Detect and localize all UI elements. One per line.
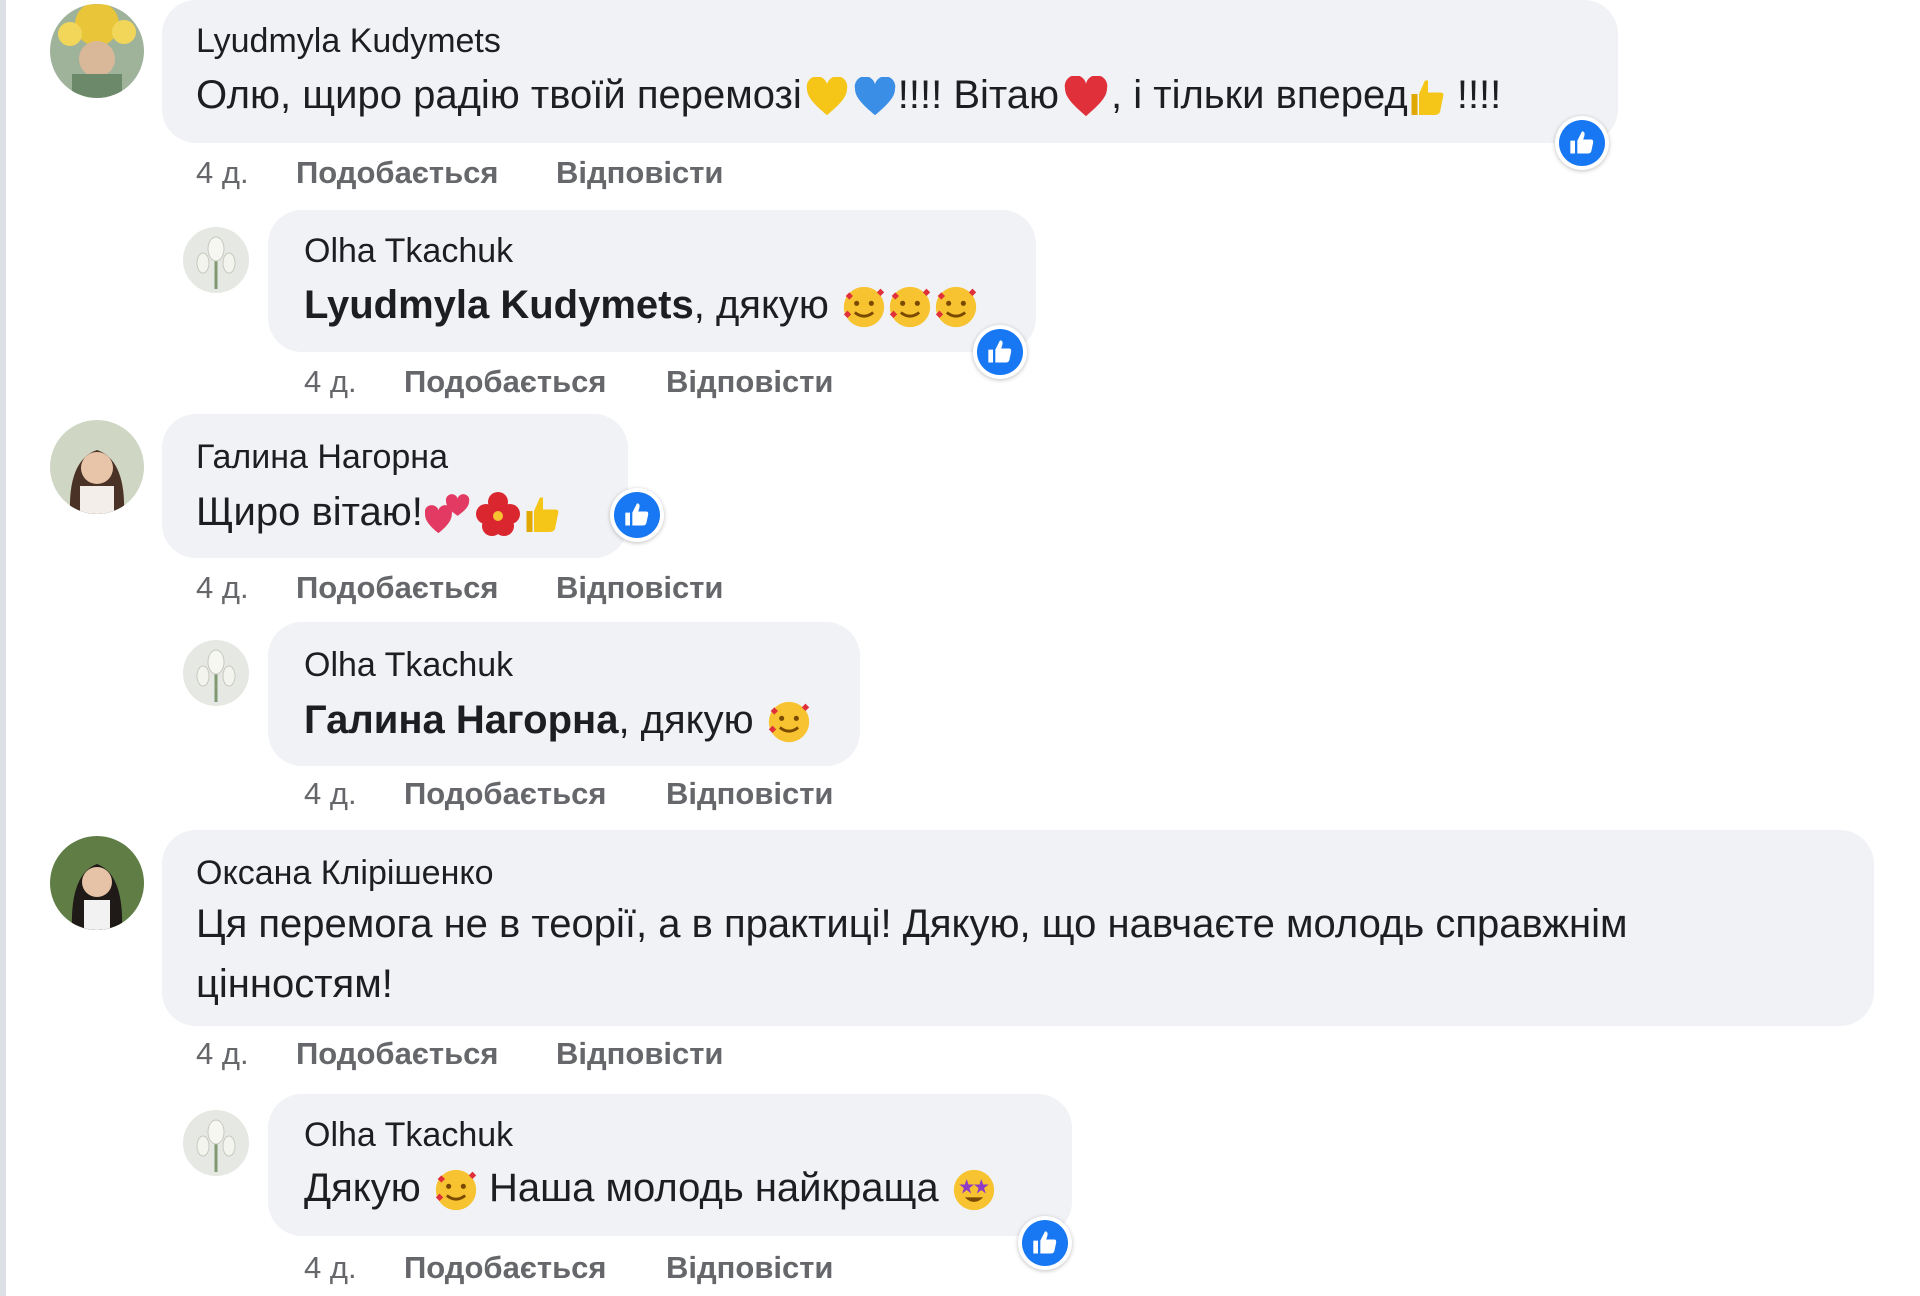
- reply-button[interactable]: Відповісти: [666, 364, 834, 400]
- like-button[interactable]: Подобається: [404, 364, 607, 400]
- comment-author[interactable]: Olha Tkachuk: [304, 232, 513, 271]
- comment-actions: 4 д. Подобається Відповісти: [304, 1250, 904, 1290]
- comment-author[interactable]: Галина Нагорна: [196, 438, 448, 477]
- comment-time[interactable]: 4 д.: [196, 155, 249, 191]
- reply-button[interactable]: Відповісти: [666, 1250, 834, 1286]
- comment-text: Щиро вітаю!: [196, 482, 561, 542]
- like-button[interactable]: Подобається: [404, 1250, 607, 1286]
- like-button[interactable]: Подобається: [404, 776, 607, 812]
- comment-author[interactable]: Оксана Клірішенко: [196, 854, 494, 893]
- comment-author[interactable]: Lyudmyla Kudymets: [196, 22, 501, 61]
- like-button[interactable]: Подобається: [296, 1036, 499, 1072]
- reply-button[interactable]: Відповісти: [556, 1036, 724, 1072]
- mention-link[interactable]: Lyudmyla Kudymets: [304, 283, 694, 327]
- blue-heart-icon: [854, 77, 896, 116]
- comment-text: Ця перемога не в теорії, а в практиці! Д…: [196, 902, 1628, 946]
- reply-button[interactable]: Відповісти: [666, 776, 834, 812]
- reply-button[interactable]: Відповісти: [556, 570, 724, 606]
- comment-text: Lyudmyla Kudymets, дякую: [304, 275, 978, 335]
- left-edge-divider: [0, 0, 6, 1296]
- avatar[interactable]: [183, 640, 249, 706]
- thumbs-up-icon: [1570, 131, 1594, 154]
- mention-link[interactable]: Галина Нагорна: [304, 698, 618, 742]
- red-heart-icon: [1064, 76, 1108, 117]
- like-button[interactable]: Подобається: [296, 570, 499, 606]
- thumbs-up-icon: [988, 340, 1012, 363]
- comment-text: Дякую Наша молодь найкраща: [304, 1158, 996, 1218]
- comment-text: Галина Нагорна, дякую: [304, 690, 811, 750]
- two-hearts-icon: [424, 494, 470, 534]
- comment-time[interactable]: 4 д.: [196, 1036, 249, 1072]
- comment-text: Олю, щиро радію твоїй перемозі!!!! Вітаю…: [196, 73, 1502, 117]
- comment-author[interactable]: Olha Tkachuk: [304, 1116, 513, 1155]
- like-reaction-badge[interactable]: [973, 325, 1027, 379]
- smiling-face-with-hearts-icon: [435, 1170, 476, 1211]
- avatar[interactable]: [50, 836, 144, 930]
- like-reaction-badge[interactable]: [1555, 116, 1609, 170]
- comment-actions: 4 д. Подобається Відповісти: [304, 776, 904, 816]
- reply-button[interactable]: Відповісти: [556, 155, 724, 191]
- yellow-heart-icon: [806, 77, 848, 116]
- thumbs-up-icon: [1411, 80, 1444, 116]
- avatar[interactable]: [183, 1110, 249, 1176]
- smiling-face-with-hearts-icon: [843, 287, 885, 328]
- like-button[interactable]: Подобається: [296, 155, 499, 191]
- comment-time[interactable]: 4 д.: [304, 1250, 357, 1286]
- comment-time[interactable]: 4 д.: [304, 776, 357, 812]
- hibiscus-icon: [475, 492, 520, 537]
- avatar[interactable]: [50, 4, 144, 98]
- thumbs-up-icon: [526, 497, 559, 533]
- comment-time[interactable]: 4 д.: [196, 570, 249, 606]
- comment-time[interactable]: 4 д.: [304, 364, 357, 400]
- comment-actions: 4 д. Подобається Відповісти: [196, 1036, 796, 1076]
- comment-actions: 4 д. Подобається Відповісти: [196, 570, 796, 610]
- like-reaction-badge[interactable]: [610, 488, 664, 542]
- thumbs-up-icon: [625, 503, 649, 526]
- smiling-face-with-hearts-icon: [935, 287, 977, 328]
- smiling-face-with-hearts-icon: [768, 702, 809, 743]
- comment-text-continued: цінностям!: [196, 962, 393, 1006]
- comment-actions: 4 д. Подобається Відповісти: [304, 364, 904, 404]
- avatar[interactable]: [183, 227, 249, 293]
- star-struck-icon: [953, 1170, 994, 1211]
- avatar[interactable]: [50, 420, 144, 514]
- comment-actions: 4 д. Подобається Відповісти: [196, 155, 796, 195]
- smiling-face-with-hearts-icon: [889, 287, 931, 328]
- thumbs-up-icon: [1033, 1231, 1057, 1254]
- like-reaction-badge[interactable]: [1018, 1216, 1072, 1270]
- comment-author[interactable]: Olha Tkachuk: [304, 646, 513, 685]
